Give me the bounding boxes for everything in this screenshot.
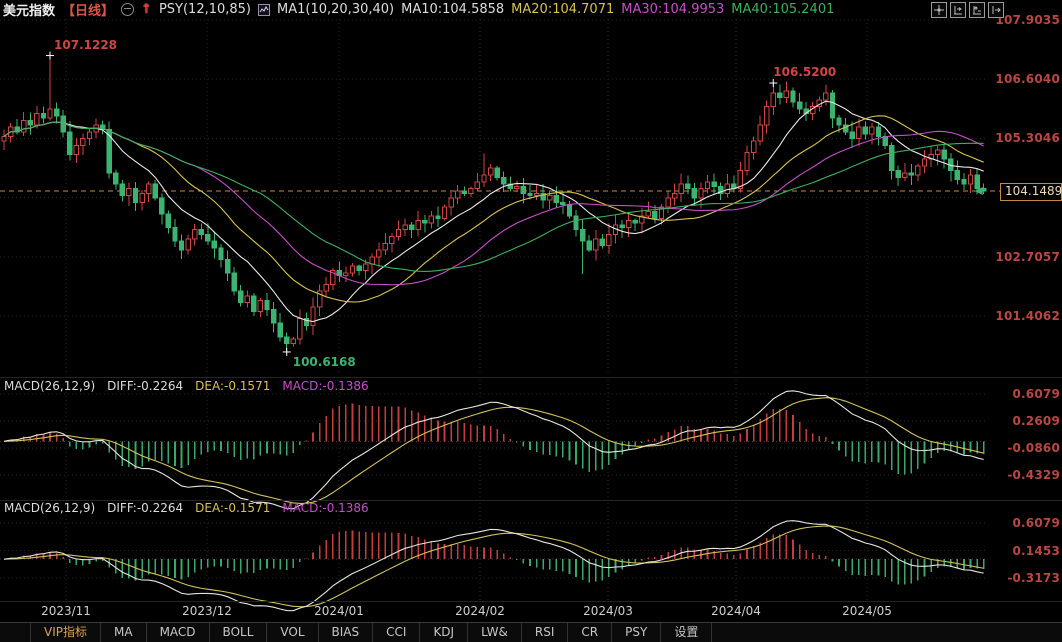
current-price-badge: 104.1489: [1000, 183, 1062, 201]
macd-name: MACD(26,12,9): [4, 379, 95, 394]
diff-value: DIFF:-0.2264: [107, 501, 183, 516]
macd-name: MACD(26,12,9): [4, 501, 95, 516]
x-axis-label: 2023/11: [34, 604, 98, 618]
buy-signal-arrow-icon: ↑: [141, 2, 152, 17]
macd-axis-label: -0.3173: [1007, 571, 1060, 585]
x-axis-label: 2024/03: [576, 604, 640, 618]
panel-separator: [0, 601, 1062, 602]
dea-value: DEA:-0.1571: [195, 379, 270, 394]
crosshair-icon[interactable]: [931, 2, 947, 18]
psy-indicator-label: PSY(12,10,85): [159, 2, 251, 17]
price-axis-label: 102.7057: [995, 250, 1060, 264]
zoom-x-axis-icon[interactable]: [969, 2, 985, 18]
macd-axis-label: -0.0860: [1007, 441, 1060, 455]
macd-panel2-header: MACD(26,12,9) DIFF:-0.2264 DEA:-0.1571 M…: [4, 501, 369, 516]
macd-axis-label: 0.1453: [1012, 544, 1060, 558]
toolbar-button-boll[interactable]: BOLL: [210, 623, 268, 642]
dea-value: DEA:-0.1571: [195, 501, 270, 516]
collapse-indicator-icon[interactable]: [121, 3, 134, 16]
x-axis-label: 2024/01: [307, 604, 371, 618]
ma10-value: MA10:104.5858: [401, 2, 504, 17]
view-controls: [931, 2, 1004, 18]
chart-header: 美元指数 【日线】 ↑ PSY(12,10,85) MA1(10,20,30,4…: [0, 0, 1062, 19]
toolbar-button-kdj[interactable]: KDJ: [420, 623, 468, 642]
toolbar-button-psy[interactable]: PSY: [612, 623, 661, 642]
x-axis-label: 2024/02: [448, 604, 512, 618]
price-axis-label: 106.6040: [995, 72, 1060, 86]
price-annotation: 107.1228: [54, 38, 117, 52]
x-axis-label: 2023/12: [175, 604, 239, 618]
zoom-y-axis-icon[interactable]: [950, 2, 966, 18]
ma-indicator-icon[interactable]: [258, 4, 270, 16]
panel-separator: [0, 377, 1062, 378]
macd-axis-label: -0.4329: [1007, 468, 1060, 482]
toolbar-button-bias[interactable]: BIAS: [319, 623, 374, 642]
macd-axis-label: 0.2609: [1012, 414, 1060, 428]
pan-right-icon[interactable]: [988, 2, 1004, 18]
toolbar-button-ma[interactable]: MA: [101, 623, 147, 642]
toolbar-button-cci[interactable]: CCI: [373, 623, 420, 642]
indicator-toolbar: VIP指标MAMACDBOLLVOLBIASCCIKDJLW&RSICRPSY设…: [0, 622, 1062, 642]
symbol-name: 美元指数: [3, 0, 55, 19]
price-axis-label: 105.3046: [995, 131, 1060, 145]
toolbar-stub: [0, 623, 31, 642]
toolbar-button-lw[interactable]: LW&: [468, 623, 522, 642]
price-axis-label: 101.4062: [995, 309, 1060, 323]
ma-group-label: MA1(10,20,30,40): [277, 2, 394, 17]
toolbar-button-cr[interactable]: CR: [568, 623, 612, 642]
price-annotation: 100.6168: [293, 355, 356, 369]
macd-panel1-header: MACD(26,12,9) DIFF:-0.2264 DEA:-0.1571 M…: [4, 379, 369, 394]
diff-value: DIFF:-0.2264: [107, 379, 183, 394]
toolbar-button-vol[interactable]: VOL: [267, 623, 318, 642]
toolbar-button-macd[interactable]: MACD: [147, 623, 210, 642]
ma20-value: MA20:104.7071: [511, 2, 614, 17]
ma30-value: MA30:104.9953: [621, 2, 724, 17]
x-axis-label: 2024/04: [704, 604, 768, 618]
ma40-value: MA40:105.2401: [731, 2, 834, 17]
toolbar-button-settings[interactable]: 设置: [661, 623, 712, 642]
x-axis-label: 2024/05: [835, 604, 899, 618]
toolbar-button-vip[interactable]: VIP指标: [31, 623, 101, 642]
price-annotation: 106.5200: [773, 65, 836, 79]
period-label[interactable]: 【日线】: [62, 0, 114, 19]
macd-value: MACD:-0.1386: [282, 501, 368, 516]
macd-value: MACD:-0.1386: [282, 379, 368, 394]
macd-axis-label: 0.6079: [1012, 516, 1060, 530]
macd-axis-label: 0.6079: [1012, 387, 1060, 401]
trading-chart-app: 美元指数 【日线】 ↑ PSY(12,10,85) MA1(10,20,30,4…: [0, 0, 1062, 642]
toolbar-button-rsi[interactable]: RSI: [522, 623, 569, 642]
chart-canvas[interactable]: [0, 0, 1062, 642]
